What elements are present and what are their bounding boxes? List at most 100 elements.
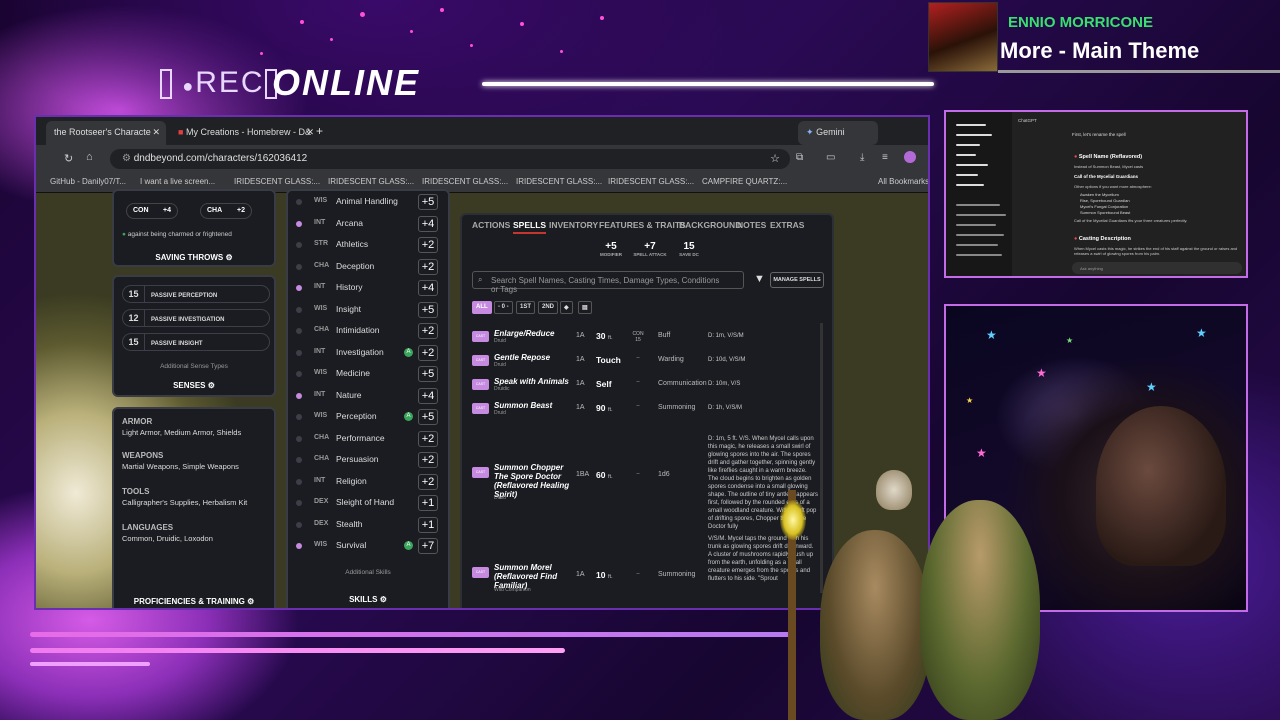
skill-row[interactable]: DEX Sleight of Hand +1 [292,494,442,514]
filter-ritual[interactable]: ◆ [560,301,573,314]
skill-bonus[interactable]: +2 [418,258,438,275]
save-cha[interactable]: CHA +2 [200,203,252,219]
skill-bonus[interactable]: +5 [418,409,438,425]
bookmark-item[interactable]: IRIDESCENT GLASS:... [234,177,320,186]
bookmark-all[interactable]: All Bookmarks [878,177,928,186]
proficiencies-title[interactable]: PROFICIENCIES & TRAINING ⚙ [114,597,274,606]
skill-row[interactable]: CHA Deception +2 [292,258,442,278]
tab-extras[interactable]: EXTRAS [770,220,804,230]
bookmark-item[interactable]: IRIDESCENT GLASS:... [328,177,414,186]
skill-row[interactable]: CHA Performance +2 [292,430,442,450]
skill-bonus[interactable]: +4 [418,280,438,296]
passive-investigation[interactable]: 12 PASSIVE INVESTIGATION [122,309,270,327]
bookmark-item[interactable]: CAMPFIRE QUARTZ:... [702,177,787,186]
spell-name[interactable]: Speak with Animals [494,377,574,386]
tab-background[interactable]: BACKGROUND [679,220,741,230]
bookmark-item[interactable]: GitHub - Danily07/T... [50,177,126,186]
skill-bonus[interactable]: +2 [418,430,438,447]
skills-title[interactable]: SKILLS ⚙ [288,595,448,604]
saving-throws-title[interactable]: SAVING THROWS ⚙ [114,253,274,262]
skill-row[interactable]: WIS Perception A +5 [292,408,442,428]
spell-name[interactable]: Summon Chopper The Spore Doctor (Reflavo… [494,463,574,499]
skill-row[interactable]: WIS Animal Handling +5 [292,193,442,213]
skill-bonus[interactable]: +4 [418,215,438,232]
skill-bonus[interactable]: +1 [418,516,438,533]
skill-bonus[interactable]: +2 [418,473,438,490]
skill-row[interactable]: WIS Survival A +7 [292,537,442,557]
cast-icon[interactable]: ▭ [826,152,835,163]
manage-spells-button[interactable]: MANAGE SPELLS [770,272,824,288]
spell-name[interactable]: Summon Morel (Reflavored Find Familiar) [494,563,574,590]
settings-icon[interactable]: ≡ [882,152,888,163]
spell-name[interactable]: Summon Beast [494,401,574,410]
site-info-icon[interactable]: ⚙ [122,153,131,164]
skill-row[interactable]: CHA Intimidation +2 [292,322,442,342]
skill-bonus[interactable]: +2 [418,323,438,339]
bookmark-star-icon[interactable]: ☆ [770,152,780,165]
tab-homebrew[interactable]: ■ My Creations - Homebrew - D& ✕ [170,121,320,145]
gear-icon[interactable]: ⚙ [225,253,232,262]
skill-row[interactable]: INT Arcana +4 [292,215,442,235]
skill-bonus[interactable]: +1 [418,495,438,511]
spell-name[interactable]: Enlarge/Reduce [494,329,574,338]
close-icon[interactable]: ✕ [152,127,160,138]
chat-input[interactable]: Ask anything [1072,262,1242,274]
skill-bonus[interactable]: +5 [418,194,438,210]
cast-button[interactable]: CAST [472,403,489,414]
tab-actions[interactable]: ACTIONS [472,220,510,230]
passive-insight[interactable]: 15 PASSIVE INSIGHT [122,333,270,351]
passive-perception[interactable]: 15 PASSIVE PERCEPTION [122,285,270,303]
skill-row[interactable]: INT History +4 [292,279,442,299]
filter-cantrip[interactable]: - 0 - [494,301,513,314]
cast-button[interactable]: CAST [472,355,489,366]
filter-icon[interactable]: ▼ [754,273,765,285]
gear-icon[interactable]: ⚙ [380,595,387,604]
tab-spells[interactable]: SPELLS [513,220,547,234]
extensions-icon[interactable]: ⧉ [796,152,803,163]
new-tab-button[interactable]: + [308,121,328,145]
skill-row[interactable]: CHA Persuasion +2 [292,451,442,471]
skill-bonus[interactable]: +2 [418,237,438,253]
gear-icon[interactable]: ⚙ [247,597,254,606]
reload-icon[interactable]: ↻ [64,152,73,165]
skill-row[interactable]: INT Nature +4 [292,387,442,407]
skill-bonus[interactable]: +5 [418,301,438,318]
download-icon[interactable]: ⤓ [860,152,864,163]
skill-row[interactable]: INT Religion +2 [292,473,442,493]
filter-book[interactable]: ▤ [578,301,592,314]
save-con[interactable]: CON +4 [126,203,178,219]
spell-name[interactable]: Gentle Repose [494,353,574,362]
url-input[interactable]: ⚙ dndbeyond.com/characters/162036412 ☆ [110,149,790,169]
skill-bonus[interactable]: +2 [418,452,438,468]
skill-bonus[interactable]: +4 [418,387,438,404]
cast-button[interactable]: CAST [472,567,489,578]
spell-search-input[interactable]: ⌕ Search Spell Names, Casting Times, Dama… [472,271,744,294]
tab-notes[interactable]: NOTES [737,220,766,230]
filter-all[interactable]: ALL [472,301,492,314]
cast-button[interactable]: CAST [472,467,489,478]
skill-row[interactable]: STR Athletics +2 [292,236,442,256]
skill-bonus[interactable]: +7 [418,538,438,554]
cast-button[interactable]: CAST [472,379,489,390]
home-icon[interactable]: ⌂ [86,151,93,163]
skill-row[interactable]: WIS Insight +5 [292,301,442,321]
tab-gemini[interactable]: ✦ Gemini [798,121,878,145]
chatgpt-title[interactable]: ChatGPT [1018,118,1037,123]
filter-2nd[interactable]: 2ND [538,301,559,314]
bookmark-item[interactable]: IRIDESCENT GLASS:... [516,177,602,186]
tab-features[interactable]: FEATURES & TRAITS [599,220,686,230]
skill-bonus[interactable]: +5 [418,366,438,382]
cast-button[interactable]: CAST [472,331,489,342]
bookmark-item[interactable]: IRIDESCENT GLASS:... [422,177,508,186]
bookmark-item[interactable]: I want a live screen... [140,177,215,186]
skill-row[interactable]: DEX Stealth +1 [292,516,442,536]
tab-character-sheet[interactable]: the Rootseer's Characte ✕ [46,121,166,145]
skill-row[interactable]: WIS Medicine +5 [292,365,442,385]
profile-avatar[interactable] [904,151,916,163]
skill-row[interactable]: INT Investigation A +2 [292,344,442,364]
gear-icon[interactable]: ⚙ [208,381,215,390]
skill-bonus[interactable]: +2 [418,344,438,361]
filter-1st[interactable]: 1ST [516,301,536,314]
bookmark-item[interactable]: IRIDESCENT GLASS:... [608,177,694,186]
tab-inventory[interactable]: INVENTORY [549,220,598,230]
